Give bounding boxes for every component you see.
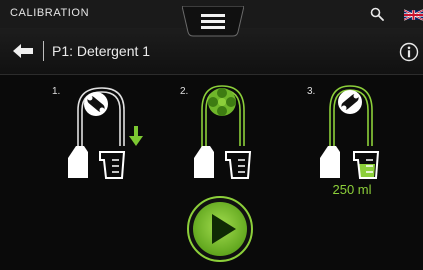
rotating-pump-head-icon — [208, 88, 236, 116]
pump-head-icon — [338, 90, 362, 114]
measuring-cup-icon — [99, 151, 126, 179]
uk-flag-icon[interactable] — [404, 9, 423, 21]
measuring-cup-icon — [225, 151, 252, 179]
page-title: P1: Detergent 1 — [52, 43, 151, 59]
menu-button[interactable] — [182, 6, 244, 38]
header-divider — [43, 41, 44, 61]
search-icon[interactable] — [370, 7, 384, 21]
step-2-graphic — [194, 85, 252, 179]
down-arrow-icon — [129, 126, 143, 146]
bottle-icon — [68, 146, 88, 178]
menu-icon — [201, 14, 225, 29]
step-2-number: 2. — [180, 86, 189, 97]
step-3-graphic — [320, 85, 380, 179]
pump-head-icon — [84, 92, 108, 116]
calibration-volume: 250 ml — [332, 182, 372, 197]
step-1-graphic — [68, 87, 143, 179]
play-button[interactable] — [186, 195, 254, 263]
step-3-number: 3. — [307, 86, 316, 97]
screen-title: CALIBRATION — [10, 7, 90, 19]
info-icon[interactable] — [399, 42, 419, 62]
step-1-number: 1. — [52, 86, 61, 97]
bottle-icon — [320, 146, 340, 178]
back-arrow-icon[interactable] — [12, 42, 34, 60]
bottle-icon — [194, 146, 214, 178]
measuring-cup-filled-icon — [353, 151, 380, 179]
